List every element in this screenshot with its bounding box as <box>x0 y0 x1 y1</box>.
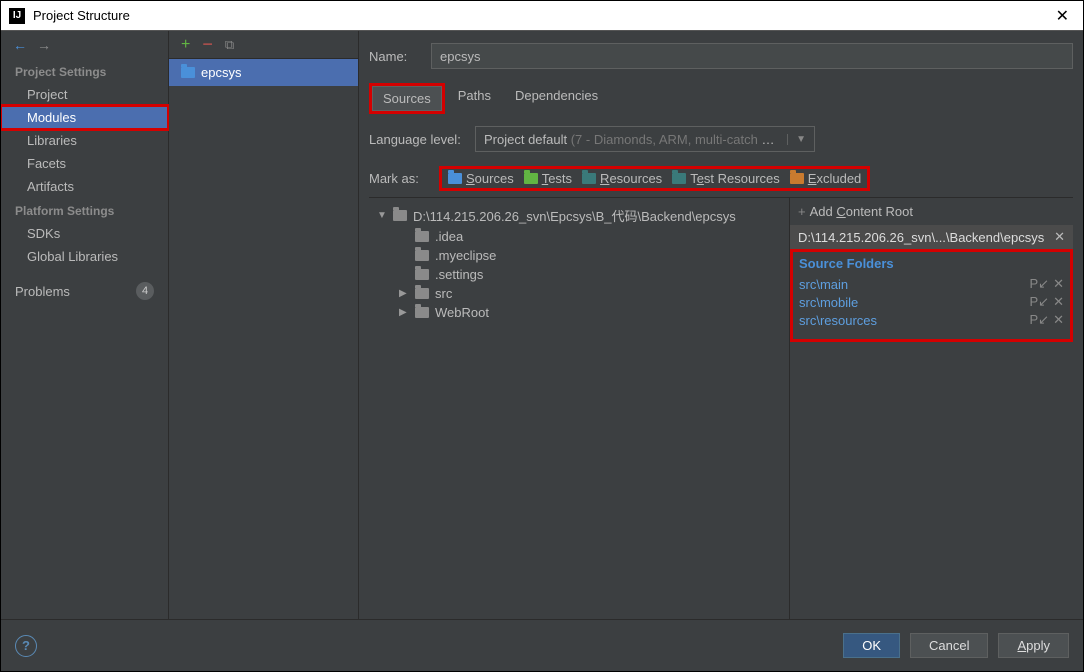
tree-root-label: D:\114.215.206.26_svn\Epcsys\B_代码\Backen… <box>413 206 736 225</box>
sources-area: ▼ D:\114.215.206.26_svn\Epcsys\B_代码\Back… <box>369 197 1073 619</box>
nav-global-libraries[interactable]: Global Libraries <box>1 245 168 268</box>
nav-artifacts[interactable]: Artifacts <box>1 175 168 198</box>
problems-count-badge: 4 <box>136 282 154 300</box>
mark-as-label: Mark as: <box>369 171 431 186</box>
remove-folder-icon[interactable]: ✕ <box>1053 312 1064 328</box>
main-panel: Name: Sources Paths Dependencies Languag… <box>359 31 1083 619</box>
chevron-down-icon: ▼ <box>787 134 806 145</box>
add-module-icon[interactable]: + <box>181 36 190 54</box>
remove-module-icon[interactable]: − <box>202 34 213 55</box>
remove-folder-icon[interactable]: ✕ <box>1053 294 1064 310</box>
source-folder-link[interactable]: src\mobile <box>799 295 858 310</box>
nav-sdks[interactable]: SDKs <box>1 222 168 245</box>
mark-excluded[interactable]: Excluded <box>790 171 861 186</box>
tree-item[interactable]: .settings <box>369 265 789 284</box>
tree-item[interactable]: .idea <box>369 227 789 246</box>
mark-as-group: Sources Tests Resources Test Resources E… <box>439 166 870 191</box>
section-project-settings: Project Settings <box>1 59 168 83</box>
source-folder-row: src\mobile P↙✕ <box>799 293 1064 311</box>
close-icon[interactable]: ✕ <box>1050 6 1075 26</box>
cancel-button[interactable]: Cancel <box>910 633 988 658</box>
language-level-row: Language level: Project default (7 - Dia… <box>369 126 1073 152</box>
tree-item[interactable]: ▶src <box>369 284 789 303</box>
folder-icon <box>415 250 429 261</box>
add-content-root-button[interactable]: +Add Content Root <box>790 198 1073 225</box>
remove-root-icon[interactable]: ✕ <box>1054 229 1065 245</box>
folder-icon <box>393 210 407 221</box>
nav-libraries[interactable]: Libraries <box>1 129 168 152</box>
content-root-path-label: D:\114.215.206.26_svn\...\Backend\epcsys <box>798 230 1044 245</box>
tab-dependencies[interactable]: Dependencies <box>504 83 609 114</box>
source-folder-row: src\main P↙✕ <box>799 275 1064 293</box>
mark-test-resources[interactable]: Test Resources <box>672 171 780 186</box>
folder-icon <box>415 307 429 318</box>
source-folders-title: Source Folders <box>799 256 1064 271</box>
source-folder-link[interactable]: src\main <box>799 277 848 292</box>
window-title: Project Structure <box>33 8 1050 23</box>
folder-teal2-icon <box>672 173 686 184</box>
titlebar: IJ Project Structure ✕ <box>1 1 1083 31</box>
tree-item[interactable]: .myeclipse <box>369 246 789 265</box>
source-folder-link[interactable]: src\resources <box>799 313 877 328</box>
language-level-select[interactable]: Project default (7 - Diamonds, ARM, mult… <box>475 126 815 152</box>
copy-module-icon[interactable]: ⧉ <box>225 37 234 53</box>
folder-teal-icon <box>582 173 596 184</box>
module-toolbar: + − ⧉ <box>169 31 358 59</box>
mark-as-row: Mark as: Sources Tests Resources Test Re… <box>369 166 1073 191</box>
edit-prefix-icon[interactable]: P↙ <box>1030 294 1050 310</box>
remove-folder-icon[interactable]: ✕ <box>1053 276 1064 292</box>
mark-tests[interactable]: Tests <box>524 171 572 186</box>
expander-icon[interactable]: ▶ <box>399 307 409 318</box>
sidebar-toolbar: ← → <box>1 31 168 59</box>
name-label: Name: <box>369 49 419 64</box>
folder-orange-icon <box>790 173 804 184</box>
plus-icon: + <box>798 204 806 219</box>
language-level-value: Project default (7 - Diamonds, ARM, mult… <box>484 132 781 147</box>
footer: ? OK Cancel Apply <box>1 619 1083 671</box>
module-list-panel: + − ⧉ epcsys <box>169 31 359 619</box>
ok-button[interactable]: OK <box>843 633 900 658</box>
tabs: Sources Paths Dependencies <box>369 83 1073 114</box>
folder-blue-icon <box>448 173 462 184</box>
folder-icon <box>415 288 429 299</box>
folder-green-icon <box>524 173 538 184</box>
nav-facets[interactable]: Facets <box>1 152 168 175</box>
nav-modules[interactable]: Modules <box>1 106 168 129</box>
tab-paths[interactable]: Paths <box>447 83 502 114</box>
nav-problems[interactable]: Problems 4 <box>1 278 168 304</box>
mark-resources[interactable]: Resources <box>582 171 662 186</box>
source-folders-wrap: Source Folders src\main P↙✕ src\mobile P… <box>790 249 1073 342</box>
tree-item[interactable]: ▶WebRoot <box>369 303 789 322</box>
expander-icon[interactable]: ▼ <box>377 210 387 221</box>
section-platform-settings: Platform Settings <box>1 198 168 222</box>
forward-icon[interactable]: → <box>37 37 51 53</box>
source-folder-row: src\resources P↙✕ <box>799 311 1064 329</box>
tab-sources[interactable]: Sources <box>372 86 442 111</box>
tree-root[interactable]: ▼ D:\114.215.206.26_svn\Epcsys\B_代码\Back… <box>369 204 789 227</box>
apply-button[interactable]: Apply <box>998 633 1069 658</box>
edit-prefix-icon[interactable]: P↙ <box>1030 276 1050 292</box>
problems-label: Problems <box>15 284 70 299</box>
sidebar: ← → Project Settings Project Modules Lib… <box>1 31 169 619</box>
name-input[interactable] <box>431 43 1073 69</box>
module-item-epcsys[interactable]: epcsys <box>169 59 358 86</box>
tab-sources-highlight: Sources <box>369 83 445 114</box>
back-icon[interactable]: ← <box>13 37 27 53</box>
help-icon[interactable]: ? <box>15 635 37 657</box>
module-folder-icon <box>181 67 195 78</box>
expander-icon[interactable]: ▶ <box>399 288 409 299</box>
mark-sources[interactable]: Sources <box>448 171 514 186</box>
content-root-path[interactable]: D:\114.215.206.26_svn\...\Backend\epcsys… <box>790 225 1073 249</box>
content: ← → Project Settings Project Modules Lib… <box>1 31 1083 619</box>
folder-icon <box>415 231 429 242</box>
content-root-tree: ▼ D:\114.215.206.26_svn\Epcsys\B_代码\Back… <box>369 198 789 619</box>
content-roots-panel: +Add Content Root D:\114.215.206.26_svn\… <box>789 198 1073 619</box>
name-row: Name: <box>369 43 1073 69</box>
edit-prefix-icon[interactable]: P↙ <box>1030 312 1050 328</box>
language-level-label: Language level: <box>369 132 465 147</box>
nav-project[interactable]: Project <box>1 83 168 106</box>
folder-icon <box>415 269 429 280</box>
app-logo-icon: IJ <box>9 8 25 24</box>
module-item-label: epcsys <box>201 65 241 80</box>
